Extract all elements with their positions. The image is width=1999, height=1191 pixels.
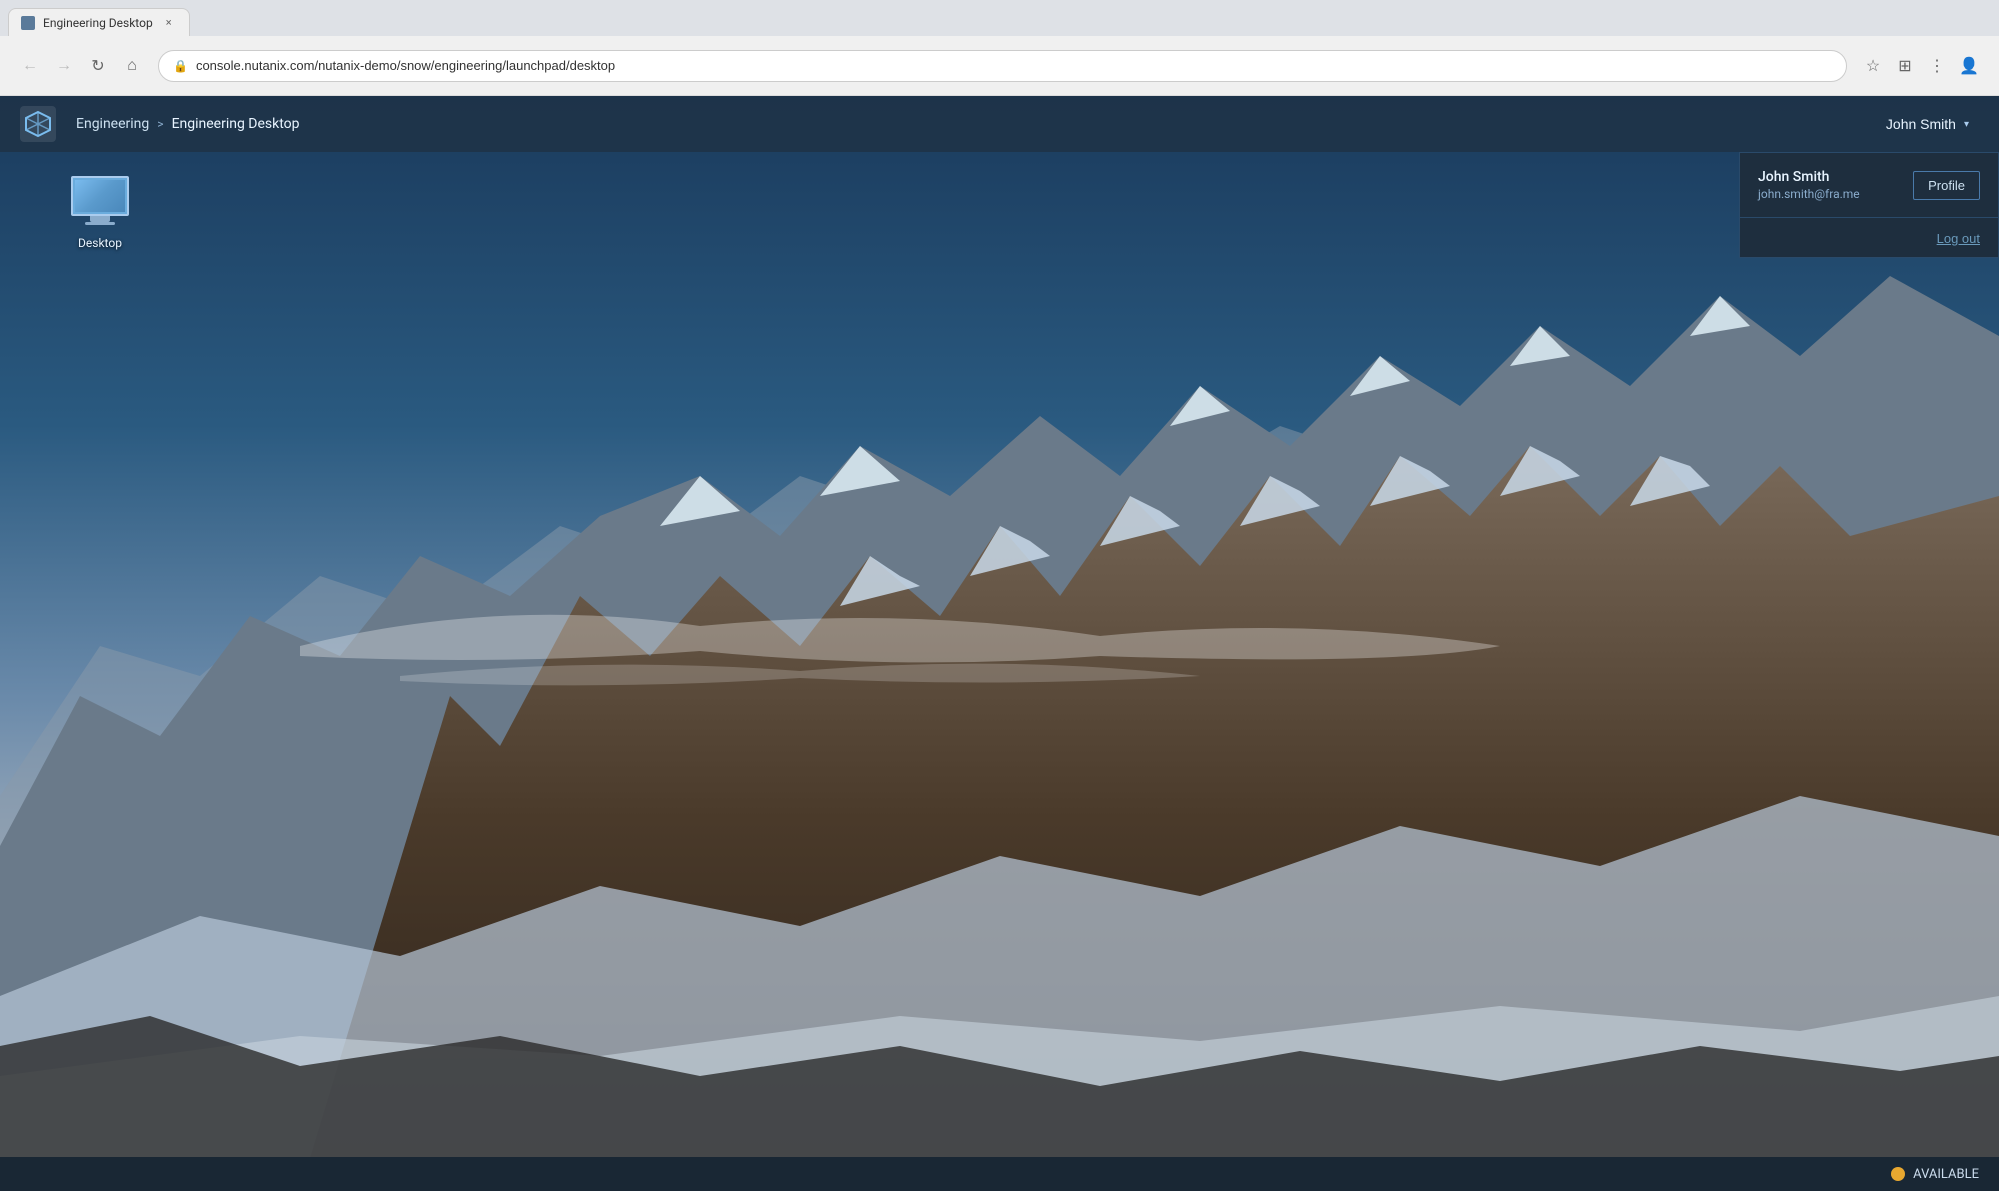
breadcrumb-root[interactable]: Engineering <box>76 116 149 132</box>
monitor-icon <box>68 176 132 230</box>
home-button[interactable]: ⌂ <box>118 52 146 80</box>
lock-icon: 🔒 <box>173 59 188 73</box>
top-navigation: Engineering > Engineering Desktop John S… <box>0 96 1999 152</box>
reload-button[interactable]: ↻ <box>84 52 112 80</box>
available-label: AVAILABLE <box>1913 1167 1979 1182</box>
breadcrumb-separator: > <box>157 117 163 131</box>
back-button[interactable]: ← <box>16 52 44 80</box>
monitor-screen <box>71 176 129 216</box>
browser-action-buttons: ☆ ⊞ ⋮ 👤 <box>1859 52 1983 80</box>
breadcrumb-current: Engineering Desktop <box>172 116 300 132</box>
desktop-icon[interactable]: Desktop <box>60 176 140 250</box>
logout-button[interactable]: Log out <box>1937 231 1980 246</box>
profile-avatar-button[interactable]: 👤 <box>1955 52 1983 80</box>
dropdown-logout-section: Log out <box>1740 218 1998 257</box>
user-name-label: John Smith <box>1886 116 1956 132</box>
status-bar: AVAILABLE <box>0 1157 1999 1191</box>
dropdown-user-name: John Smith <box>1758 169 1860 185</box>
nutanix-logo <box>20 106 56 142</box>
bookmark-button[interactable]: ☆ <box>1859 52 1887 80</box>
address-bar-container[interactable]: 🔒 <box>158 50 1847 82</box>
breadcrumb: Engineering > Engineering Desktop <box>76 116 300 132</box>
settings-button[interactable]: ⋮ <box>1923 52 1951 80</box>
desktop-icon-label: Desktop <box>78 236 122 250</box>
nav-buttons: ← → ↻ ⌂ <box>16 52 146 80</box>
tab-title: Engineering Desktop <box>43 16 153 30</box>
status-dot <box>1891 1167 1905 1181</box>
tab-favicon <box>21 16 35 30</box>
dropdown-user-details: John Smith john.smith@fra.me <box>1758 169 1860 201</box>
monitor-base <box>85 222 115 225</box>
dropdown-user-info: John Smith john.smith@fra.me Profile <box>1740 153 1998 218</box>
desktop-area: Engineering > Engineering Desktop John S… <box>0 96 1999 1191</box>
chevron-down-icon: ▾ <box>1964 119 1969 130</box>
profile-button[interactable]: Profile <box>1913 171 1980 200</box>
user-menu-button[interactable]: John Smith ▾ <box>1876 110 1979 138</box>
mountain-background <box>0 96 1999 1191</box>
dropdown-user-email: john.smith@fra.me <box>1758 187 1860 201</box>
address-bar[interactable] <box>196 58 1832 73</box>
available-badge: AVAILABLE <box>1891 1167 1979 1182</box>
browser-toolbar: ← → ↻ ⌂ 🔒 ☆ ⊞ ⋮ 👤 <box>0 36 1999 96</box>
tab-close-button[interactable]: × <box>161 15 177 31</box>
user-dropdown-menu: John Smith john.smith@fra.me Profile Log… <box>1739 152 1999 258</box>
browser-tab[interactable]: Engineering Desktop × <box>8 8 190 36</box>
extensions-button[interactable]: ⊞ <box>1891 52 1919 80</box>
forward-button[interactable]: → <box>50 52 78 80</box>
